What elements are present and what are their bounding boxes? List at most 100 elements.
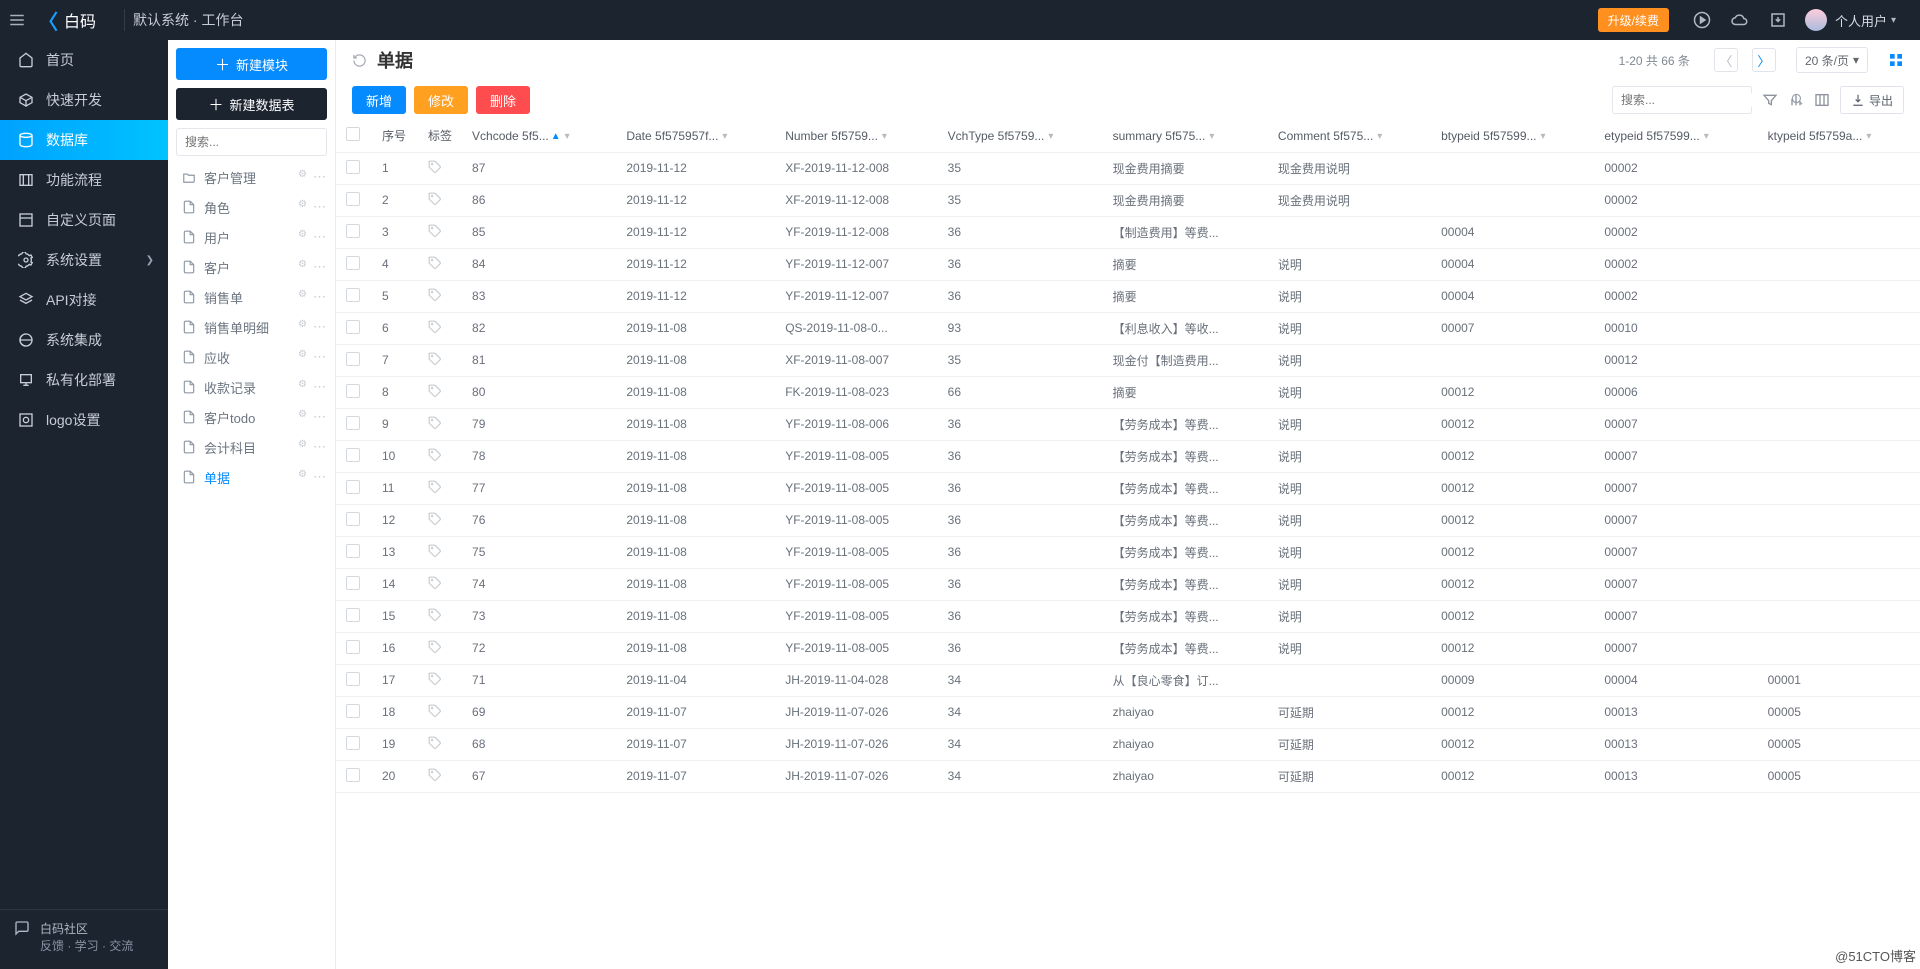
table-search[interactable] bbox=[1612, 86, 1752, 114]
col-9[interactable]: etypeid 5f57599...▾ bbox=[1594, 120, 1757, 152]
table-row[interactable]: 18692019-11-07JH-2019-11-07-02634zhaiyao… bbox=[336, 696, 1920, 728]
row-checkbox[interactable] bbox=[346, 448, 360, 462]
tag-icon[interactable] bbox=[428, 704, 442, 718]
row-checkbox[interactable] bbox=[346, 512, 360, 526]
tag-icon[interactable] bbox=[428, 288, 442, 302]
table-row[interactable]: 9792019-11-08YF-2019-11-08-00636【劳务成本】等费… bbox=[336, 408, 1920, 440]
settings-icon[interactable]: ⚙ bbox=[298, 379, 307, 395]
add-button[interactable]: 新增 bbox=[352, 86, 406, 114]
more-icon[interactable]: ⋯ bbox=[313, 289, 327, 305]
more-icon[interactable]: ⋯ bbox=[313, 409, 327, 425]
delete-button[interactable]: 删除 bbox=[476, 86, 530, 114]
tag-icon[interactable] bbox=[428, 384, 442, 398]
col-10[interactable]: ktypeid 5f5759a...▾ bbox=[1758, 120, 1920, 152]
tree-item-0[interactable]: 客户管理⚙⋯ bbox=[168, 162, 335, 192]
col-2[interactable]: Vchcode 5f5...▲▾ bbox=[462, 120, 616, 152]
row-checkbox[interactable] bbox=[346, 672, 360, 686]
row-checkbox[interactable] bbox=[346, 640, 360, 654]
row-checkbox[interactable] bbox=[346, 256, 360, 270]
row-checkbox[interactable] bbox=[346, 320, 360, 334]
tag-icon[interactable] bbox=[428, 512, 442, 526]
row-checkbox[interactable] bbox=[346, 480, 360, 494]
nav-item-1[interactable]: 快速开发 bbox=[0, 80, 168, 120]
table-row[interactable]: 8802019-11-08FK-2019-11-08-02366摘要说明0001… bbox=[336, 376, 1920, 408]
nav-item-4[interactable]: 自定义页面 bbox=[0, 200, 168, 240]
tree-item-7[interactable]: 收款记录⚙⋯ bbox=[168, 372, 335, 402]
menu-toggle[interactable] bbox=[8, 11, 26, 29]
col-3[interactable]: Date 5f575957f...▾ bbox=[616, 120, 775, 152]
tree-item-4[interactable]: 销售单⚙⋯ bbox=[168, 282, 335, 312]
table-row[interactable]: 7812019-11-08XF-2019-11-08-00735现金付【制造费用… bbox=[336, 344, 1920, 376]
tag-icon[interactable] bbox=[428, 640, 442, 654]
settings-icon[interactable]: ⚙ bbox=[298, 169, 307, 185]
tree-item-10[interactable]: 单据⚙⋯ bbox=[168, 462, 335, 492]
tree-item-6[interactable]: 应收⚙⋯ bbox=[168, 342, 335, 372]
table-row[interactable]: 14742019-11-08YF-2019-11-08-00536【劳务成本】等… bbox=[336, 568, 1920, 600]
settings-icon[interactable]: ⚙ bbox=[298, 349, 307, 365]
table-row[interactable]: 3852019-11-12YF-2019-11-12-00836【制造费用】等费… bbox=[336, 216, 1920, 248]
tag-icon[interactable] bbox=[428, 160, 442, 174]
more-icon[interactable]: ⋯ bbox=[313, 169, 327, 185]
row-checkbox[interactable] bbox=[346, 544, 360, 558]
chart-icon[interactable] bbox=[1788, 92, 1804, 108]
table-row[interactable]: 12762019-11-08YF-2019-11-08-00536【劳务成本】等… bbox=[336, 504, 1920, 536]
settings-icon[interactable]: ⚙ bbox=[298, 199, 307, 215]
col-tag[interactable]: 标签 bbox=[418, 120, 462, 152]
table-row[interactable]: 4842019-11-12YF-2019-11-12-00736摘要说明0000… bbox=[336, 248, 1920, 280]
nav-item-9[interactable]: logo设置 bbox=[0, 400, 168, 440]
more-icon[interactable]: ⋯ bbox=[313, 469, 327, 485]
community-link[interactable]: 白码社区 反馈 · 学习 · 交流 bbox=[0, 909, 168, 969]
view-grid-icon[interactable] bbox=[1888, 52, 1904, 68]
table-row[interactable]: 6822019-11-08QS-2019-11-08-0...93【利息收入】等… bbox=[336, 312, 1920, 344]
tag-icon[interactable] bbox=[428, 672, 442, 686]
tag-icon[interactable] bbox=[428, 736, 442, 750]
table-row[interactable]: 15732019-11-08YF-2019-11-08-00536【劳务成本】等… bbox=[336, 600, 1920, 632]
tag-icon[interactable] bbox=[428, 320, 442, 334]
tree-item-2[interactable]: 用户⚙⋯ bbox=[168, 222, 335, 252]
more-icon[interactable]: ⋯ bbox=[313, 439, 327, 455]
page-next-button[interactable]: 〉 bbox=[1752, 48, 1776, 72]
settings-icon[interactable]: ⚙ bbox=[298, 259, 307, 275]
col-index[interactable]: 序号 bbox=[372, 120, 418, 152]
col-4[interactable]: Number 5f5759...▾ bbox=[775, 120, 937, 152]
tree-item-3[interactable]: 客户⚙⋯ bbox=[168, 252, 335, 282]
tree-item-9[interactable]: 会计科目⚙⋯ bbox=[168, 432, 335, 462]
rows-per-page-select[interactable]: 20 条/页▾ bbox=[1796, 47, 1868, 73]
more-icon[interactable]: ⋯ bbox=[313, 349, 327, 365]
create-module-button[interactable]: ＋新建模块 bbox=[176, 48, 327, 80]
tag-icon[interactable] bbox=[428, 416, 442, 430]
more-icon[interactable]: ⋯ bbox=[313, 229, 327, 245]
tag-icon[interactable] bbox=[428, 224, 442, 238]
tree-item-5[interactable]: 销售单明细⚙⋯ bbox=[168, 312, 335, 342]
settings-icon[interactable]: ⚙ bbox=[298, 439, 307, 455]
tag-icon[interactable] bbox=[428, 192, 442, 206]
nav-item-7[interactable]: 系统集成 bbox=[0, 320, 168, 360]
edit-button[interactable]: 修改 bbox=[414, 86, 468, 114]
more-icon[interactable]: ⋯ bbox=[313, 379, 327, 395]
more-icon[interactable]: ⋯ bbox=[313, 199, 327, 215]
avatar[interactable] bbox=[1805, 9, 1827, 31]
nav-item-5[interactable]: 系统设置 bbox=[0, 240, 168, 280]
table-row[interactable]: 11772019-11-08YF-2019-11-08-00536【劳务成本】等… bbox=[336, 472, 1920, 504]
settings-icon[interactable]: ⚙ bbox=[298, 289, 307, 305]
tree-search-input[interactable] bbox=[177, 135, 348, 149]
row-checkbox[interactable] bbox=[346, 224, 360, 238]
tree-item-1[interactable]: 角色⚙⋯ bbox=[168, 192, 335, 222]
tag-icon[interactable] bbox=[428, 448, 442, 462]
table-search-input[interactable] bbox=[1613, 93, 1784, 107]
row-checkbox[interactable] bbox=[346, 160, 360, 174]
tree-item-8[interactable]: 客户todo⚙⋯ bbox=[168, 402, 335, 432]
table-row[interactable]: 2862019-11-12XF-2019-11-12-00835现金费用摘要现金… bbox=[336, 184, 1920, 216]
table-row[interactable]: 17712019-11-04JH-2019-11-04-02834从【良心零食】… bbox=[336, 664, 1920, 696]
download-icon[interactable] bbox=[1769, 11, 1787, 29]
tag-icon[interactable] bbox=[428, 256, 442, 270]
tag-icon[interactable] bbox=[428, 576, 442, 590]
columns-icon[interactable] bbox=[1814, 92, 1830, 108]
col-5[interactable]: VchType 5f5759...▾ bbox=[938, 120, 1103, 152]
tag-icon[interactable] bbox=[428, 352, 442, 366]
filter-icon[interactable] bbox=[1762, 92, 1778, 108]
row-checkbox[interactable] bbox=[346, 576, 360, 590]
table-row[interactable]: 19682019-11-07JH-2019-11-07-02634zhaiyao… bbox=[336, 728, 1920, 760]
row-checkbox[interactable] bbox=[346, 384, 360, 398]
chevron-down-icon[interactable]: ▾ bbox=[1891, 15, 1896, 26]
